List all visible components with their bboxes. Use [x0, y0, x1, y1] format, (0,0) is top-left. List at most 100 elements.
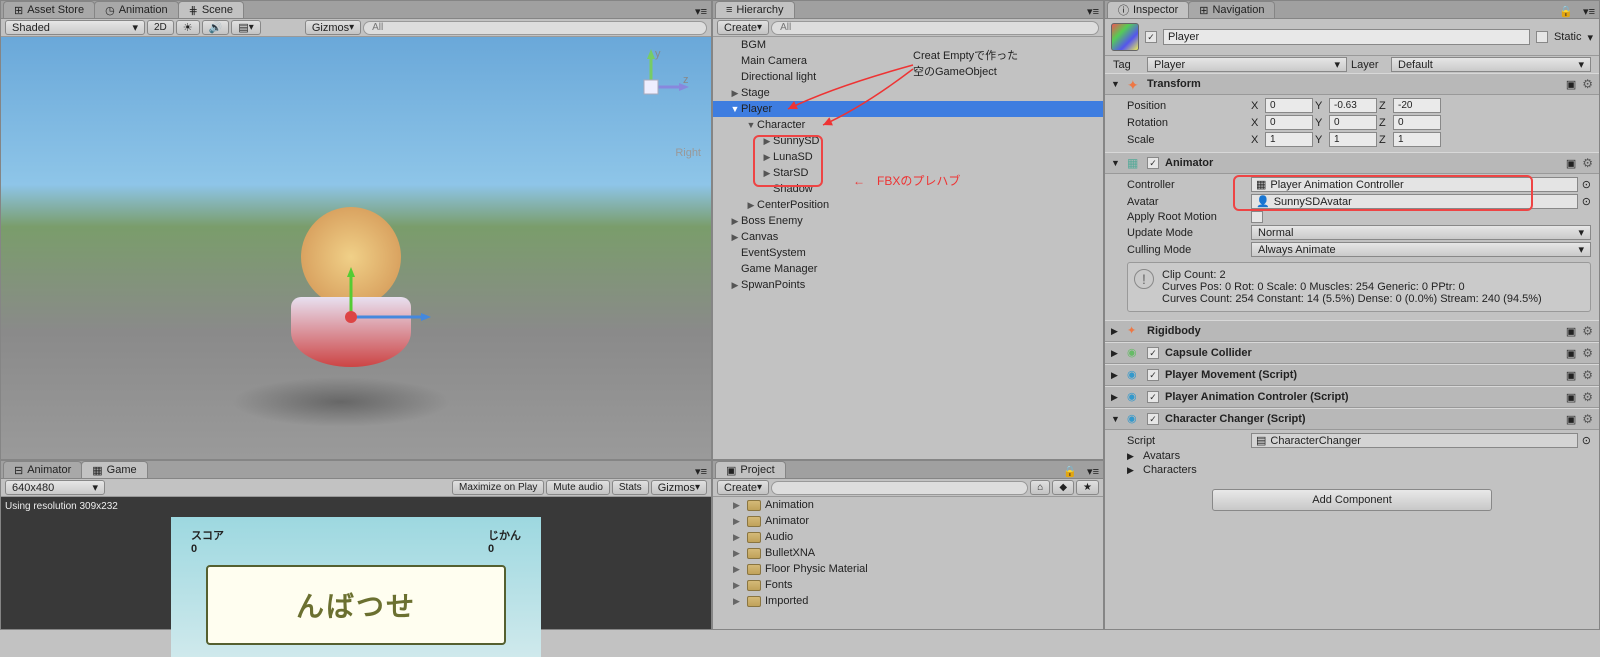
help-icon[interactable]: ▣	[1566, 347, 1576, 360]
object-name-input[interactable]	[1163, 29, 1530, 45]
tab-animation[interactable]: ◷Animation	[94, 1, 179, 18]
static-dropdown-icon[interactable]: ▾	[1587, 31, 1593, 44]
hierarchy-item-directional-light[interactable]: Directional light	[713, 69, 1103, 85]
hierarchy-item-boss-enemy[interactable]: ▶Boss Enemy	[713, 213, 1103, 229]
help-icon[interactable]: ▣	[1566, 78, 1576, 91]
animator-enabled-checkbox[interactable]: ✓	[1147, 157, 1159, 169]
project-folder-fonts[interactable]: ▶Fonts	[713, 577, 1103, 593]
component-enabled-checkbox[interactable]: ✓	[1147, 369, 1159, 381]
animator-header[interactable]: ▼▦ ✓ Animator ▣ ⚙	[1105, 152, 1599, 174]
project-search-input[interactable]	[771, 481, 1028, 495]
save-search-icon[interactable]: ★	[1076, 480, 1099, 495]
project-folder-bulletxna[interactable]: ▶BulletXNA	[713, 545, 1103, 561]
layer-dropdown[interactable]: Default▾	[1391, 57, 1591, 72]
shading-dropdown[interactable]: Shaded▾	[5, 20, 145, 35]
tab-hierarchy[interactable]: ≡Hierarchy	[715, 1, 795, 18]
rot-x-input[interactable]	[1265, 115, 1313, 130]
controller-field[interactable]: ▦Player Animation Controller	[1251, 177, 1578, 192]
culling-mode-dropdown[interactable]: Always Animate▾	[1251, 242, 1591, 257]
capsule-collider-header[interactable]: ▶◉✓Capsule Collider▣⚙	[1105, 342, 1599, 364]
hierarchy-item-sunnysd[interactable]: ▶SunnySD	[713, 133, 1103, 149]
orientation-gizmo-icon[interactable]: y z	[611, 47, 691, 127]
hierarchy-item-spwanpoints[interactable]: ▶SpwanPoints	[713, 277, 1103, 293]
project-folder-animation[interactable]: ▶Animation	[713, 497, 1103, 513]
2d-toggle[interactable]: 2D	[147, 20, 174, 35]
avatars-array[interactable]: Avatars	[1143, 450, 1263, 462]
rot-z-input[interactable]	[1393, 115, 1441, 130]
gear-icon[interactable]: ⚙	[1582, 346, 1593, 360]
project-folder-imported[interactable]: ▶Imported	[713, 593, 1103, 609]
hierarchy-item-main-camera[interactable]: Main Camera	[713, 53, 1103, 69]
mute-toggle[interactable]: Mute audio	[546, 480, 609, 495]
stats-toggle[interactable]: Stats	[612, 480, 649, 495]
maximize-toggle[interactable]: Maximize on Play	[452, 480, 544, 495]
component-enabled-checkbox[interactable]: ✓	[1147, 413, 1159, 425]
hierarchy-item-eventsystem[interactable]: EventSystem	[713, 245, 1103, 261]
scl-x-input[interactable]	[1265, 132, 1313, 147]
fx-toggle[interactable]: ▤▾	[231, 20, 260, 35]
gear-icon[interactable]: ⚙	[1582, 412, 1593, 426]
tab-navigation[interactable]: ⊞Navigation	[1188, 1, 1275, 18]
panel-menu-icon[interactable]: ▾≡	[691, 465, 711, 478]
filter-icon[interactable]: ⌂	[1030, 480, 1050, 495]
tab-game[interactable]: ▦Game	[81, 461, 147, 478]
panel-menu-icon[interactable]: ▾≡	[1579, 5, 1599, 18]
filter-icon[interactable]: ◆	[1052, 480, 1074, 495]
hierarchy-item-character[interactable]: ▼Character	[713, 117, 1103, 133]
update-mode-dropdown[interactable]: Normal▾	[1251, 225, 1591, 240]
resolution-dropdown[interactable]: 640x480▾	[5, 480, 105, 495]
hierarchy-item-stage[interactable]: ▶Stage	[713, 85, 1103, 101]
pos-z-input[interactable]	[1393, 98, 1441, 113]
scl-y-input[interactable]	[1329, 132, 1377, 147]
project-folder-floor-physic-material[interactable]: ▶Floor Physic Material	[713, 561, 1103, 577]
active-checkbox[interactable]: ✓	[1145, 31, 1157, 43]
tab-inspector[interactable]: ⓘInspector	[1107, 1, 1189, 18]
gear-icon[interactable]: ⚙	[1582, 368, 1593, 382]
tab-asset-store[interactable]: ⊞Asset Store	[3, 1, 95, 18]
help-icon[interactable]: ▣	[1566, 157, 1576, 170]
tab-project[interactable]: ▣Project	[715, 461, 786, 478]
hierarchy-item-canvas[interactable]: ▶Canvas	[713, 229, 1103, 245]
avatar-field[interactable]: 👤SunnySDAvatar	[1251, 194, 1578, 209]
project-folder-animator[interactable]: ▶Animator	[713, 513, 1103, 529]
lock-icon[interactable]: 🔒	[1057, 465, 1083, 478]
tab-animator[interactable]: ⊟Animator	[3, 461, 82, 478]
add-component-button[interactable]: Add Component	[1212, 489, 1492, 511]
object-picker-icon[interactable]: ⊙	[1582, 195, 1591, 208]
scene-search-input[interactable]	[363, 21, 707, 35]
tag-dropdown[interactable]: Player▾	[1147, 57, 1347, 72]
pos-x-input[interactable]	[1265, 98, 1313, 113]
gear-icon[interactable]: ⚙	[1582, 390, 1593, 404]
project-create-dropdown[interactable]: Create ▾	[717, 480, 769, 495]
component-enabled-checkbox[interactable]: ✓	[1147, 347, 1159, 359]
static-checkbox[interactable]	[1536, 31, 1548, 43]
script-field[interactable]: ▤CharacterChanger	[1251, 433, 1578, 448]
rigidbody-header[interactable]: ▶✦Rigidbody▣⚙	[1105, 320, 1599, 342]
hierarchy-item-starsd[interactable]: ▶StarSD	[713, 165, 1103, 181]
scl-z-input[interactable]	[1393, 132, 1441, 147]
help-icon[interactable]: ▣	[1566, 369, 1576, 382]
lock-icon[interactable]: 🔒	[1553, 5, 1579, 18]
panel-menu-icon[interactable]: ▾≡	[1083, 465, 1103, 478]
scene-viewport[interactable]: y z Right	[1, 37, 711, 459]
gizmos-dropdown[interactable]: Gizmos ▾	[305, 20, 361, 35]
hierarchy-create-dropdown[interactable]: Create ▾	[717, 20, 769, 35]
tab-scene[interactable]: ⋕Scene	[178, 1, 244, 18]
hierarchy-search-input[interactable]	[771, 21, 1099, 35]
object-picker-icon[interactable]: ⊙	[1582, 178, 1591, 191]
pos-y-input[interactable]	[1329, 98, 1377, 113]
object-picker-icon[interactable]: ⊙	[1582, 434, 1591, 447]
gameobject-icon[interactable]	[1111, 23, 1139, 51]
hierarchy-item-centerposition[interactable]: ▶CenterPosition	[713, 197, 1103, 213]
gear-icon[interactable]: ⚙	[1582, 156, 1593, 170]
lighting-toggle[interactable]: ☀	[176, 20, 200, 35]
project-folder-audio[interactable]: ▶Audio	[713, 529, 1103, 545]
panel-menu-icon[interactable]: ▾≡	[691, 5, 711, 18]
hierarchy-item-game-manager[interactable]: Game Manager	[713, 261, 1103, 277]
player-animation-controler-script--header[interactable]: ▶◉✓Player Animation Controler (Script)▣⚙	[1105, 386, 1599, 408]
rot-y-input[interactable]	[1329, 115, 1377, 130]
help-icon[interactable]: ▣	[1566, 325, 1576, 338]
gear-icon[interactable]: ⚙	[1582, 324, 1593, 338]
hierarchy-item-shadow[interactable]: Shadow	[713, 181, 1103, 197]
component-enabled-checkbox[interactable]: ✓	[1147, 391, 1159, 403]
